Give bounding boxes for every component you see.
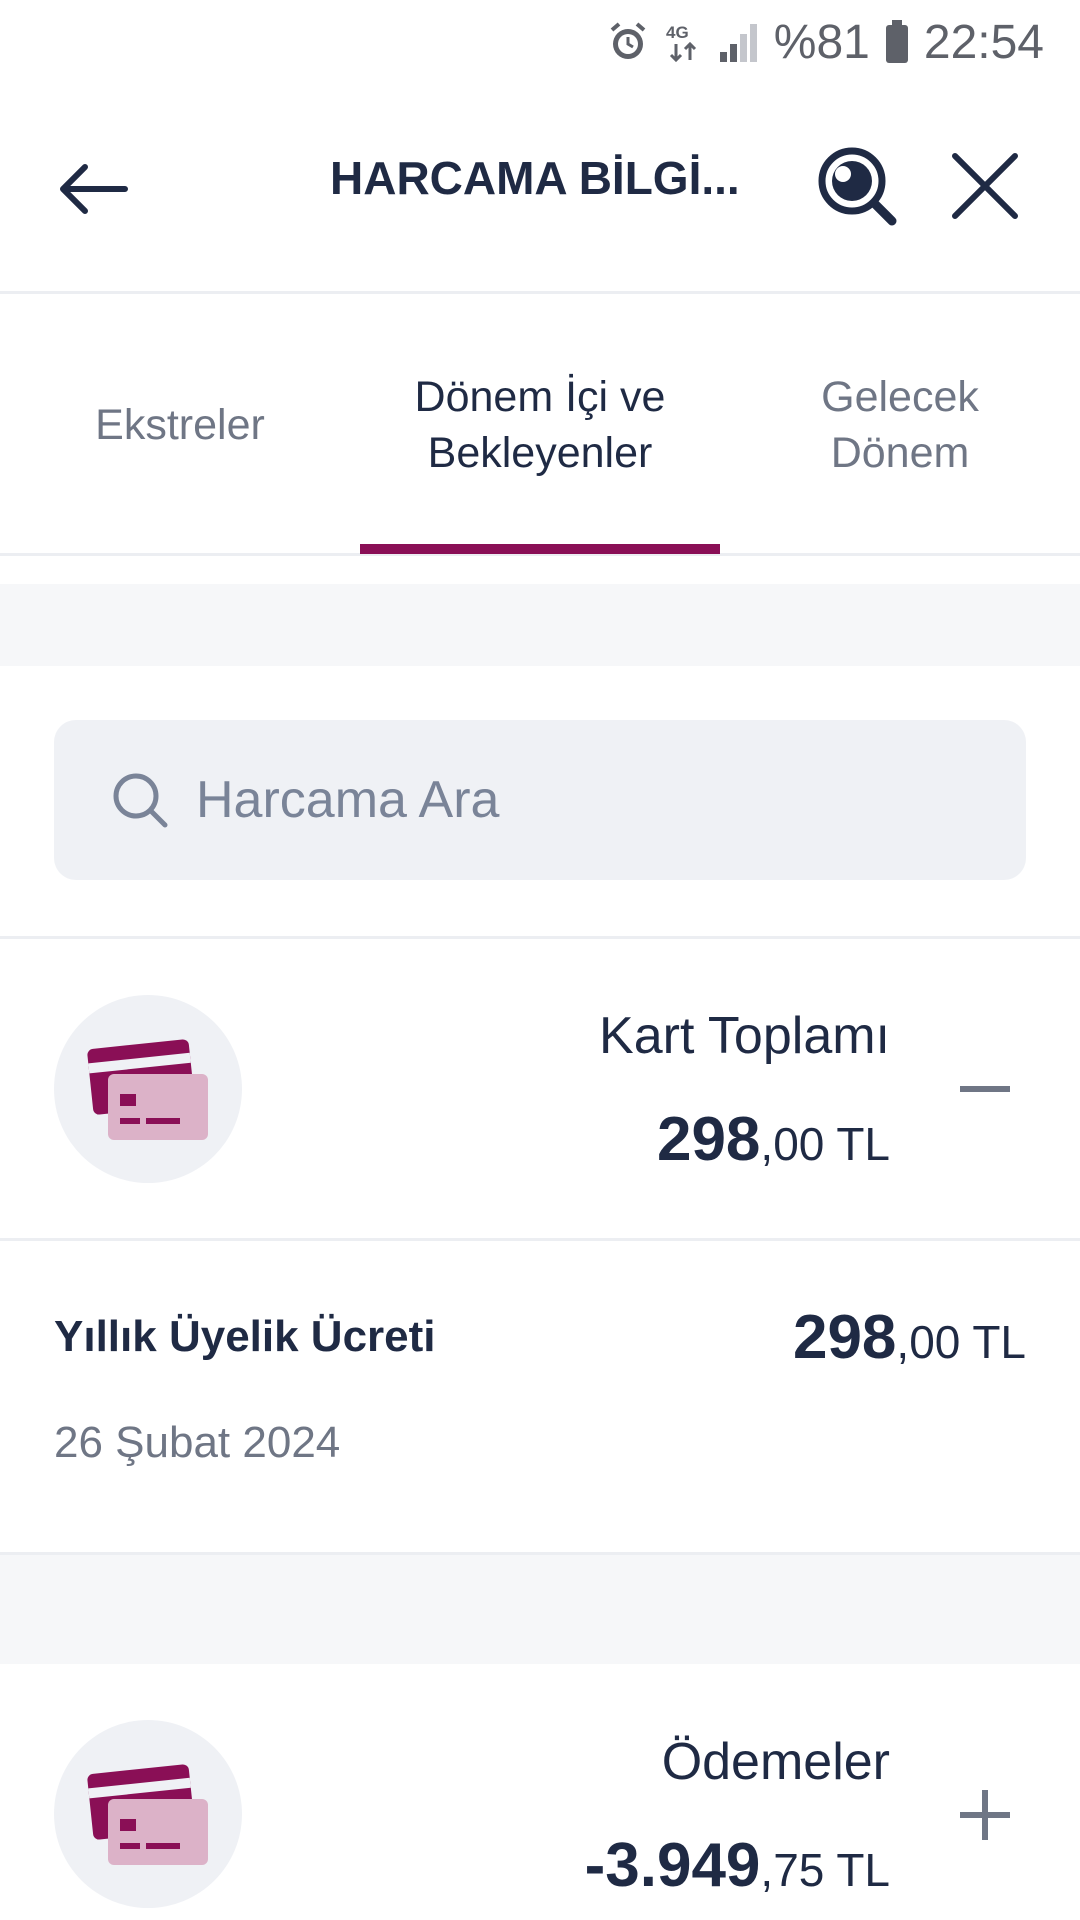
- tab-bar: Ekstreler Dönem İçi ve Bekleyenler Gelec…: [0, 294, 1080, 556]
- collapse-button[interactable]: [950, 1054, 1020, 1124]
- tab-label: Dönem: [830, 429, 970, 477]
- tab-label: Dönem İçi ve: [414, 373, 666, 421]
- divider: [0, 1238, 1080, 1241]
- card-total-amount: 298,00 TL: [657, 1104, 890, 1175]
- expand-icon: [960, 1790, 1010, 1840]
- close-icon: [952, 153, 1018, 219]
- card-total-label: Kart Toplamı: [599, 1007, 890, 1065]
- search-input[interactable]: Harcama Ara: [54, 720, 1026, 880]
- tab-label: Ekstreler: [95, 401, 265, 449]
- amount-decimal: ,00 TL: [760, 1118, 890, 1170]
- tab-label: Bekleyenler: [427, 429, 653, 477]
- payments-amount: -3.949,75 TL: [585, 1830, 890, 1901]
- transaction-name: Yıllık Üyelik Ücreti: [54, 1312, 436, 1361]
- amount-integer: 298: [792, 1303, 897, 1372]
- app-header: HARCAMA BİLGİ...: [0, 84, 1080, 294]
- divider: [0, 936, 1080, 939]
- section-spacer: [0, 584, 1080, 666]
- back-arrow-icon: [60, 164, 128, 214]
- search-icon: [113, 773, 168, 828]
- page-title: HARCAMA BİLGİ...: [330, 152, 740, 204]
- payments-label: Ödemeler: [661, 1733, 890, 1791]
- card-avatar: [54, 995, 242, 1183]
- collapse-icon: [960, 1086, 1010, 1092]
- credit-cards-icon: [87, 1764, 208, 1865]
- transaction-date: 26 Şubat 2024: [54, 1418, 341, 1467]
- amount-decimal: ,00 TL: [896, 1316, 1026, 1368]
- network-label: 4G: [666, 23, 689, 42]
- search-placeholder: Harcama Ara: [196, 771, 500, 829]
- amount-integer: 298: [656, 1105, 761, 1174]
- clock: 22:54: [923, 15, 1044, 69]
- transaction-amount: 298,00 TL: [793, 1302, 1026, 1373]
- tab-donem-ici[interactable]: Dönem İçi ve Bekleyenler: [360, 294, 720, 556]
- network-4g-icon: 4G: [664, 20, 702, 64]
- amount-integer: -3.949: [584, 1831, 761, 1900]
- alarm-icon: [606, 20, 650, 64]
- insight-search-icon: [818, 147, 897, 226]
- tab-ekstreler[interactable]: Ekstreler: [40, 294, 320, 556]
- battery-icon: [884, 19, 910, 65]
- credit-cards-icon: [87, 1039, 208, 1140]
- insight-button[interactable]: [812, 136, 902, 236]
- status-bar: 4G %81 22:54: [0, 0, 1080, 84]
- section-spacer: [0, 1552, 1080, 1664]
- amount-decimal: ,75 TL: [760, 1844, 890, 1896]
- signal-icon: [716, 20, 760, 64]
- tab-gelecek-donem[interactable]: Gelecek Dönem: [760, 294, 1040, 556]
- active-tab-indicator: [360, 544, 720, 554]
- expand-button[interactable]: [950, 1780, 1020, 1850]
- close-button[interactable]: [940, 136, 1030, 236]
- battery-percent: %81: [773, 15, 870, 69]
- back-button[interactable]: [48, 144, 138, 234]
- card-avatar: [54, 1720, 242, 1908]
- tab-label: Gelecek: [821, 373, 979, 421]
